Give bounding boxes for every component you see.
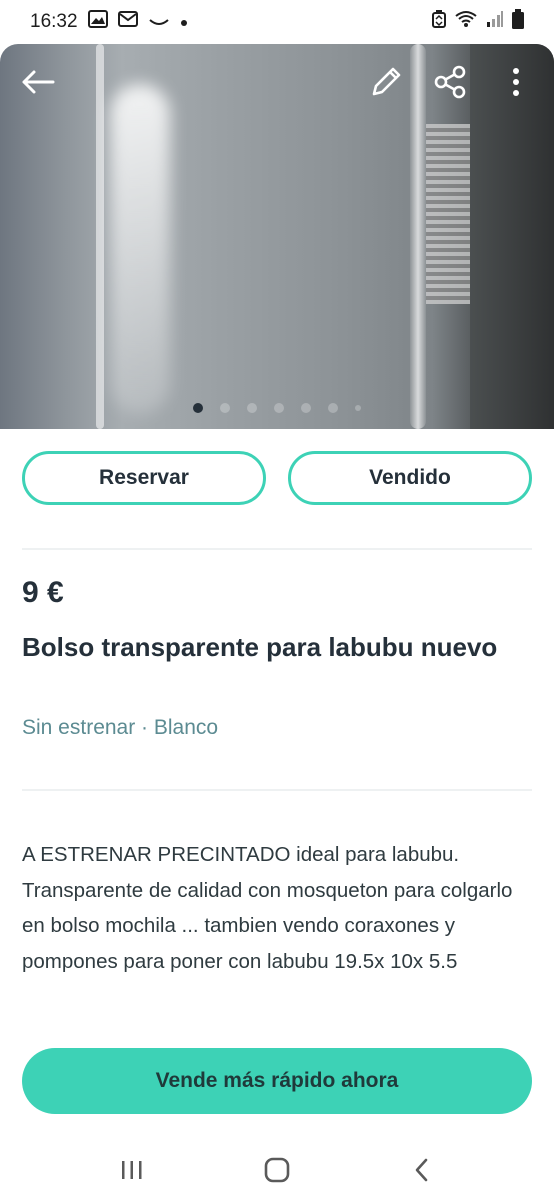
sell-faster-button[interactable]: Vende más rápido ahora bbox=[22, 1048, 532, 1114]
nav-back-button[interactable] bbox=[392, 1145, 452, 1195]
product-description: A ESTRENAR PRECINTADO ideal para labubu.… bbox=[22, 843, 513, 973]
status-left: 16:32 bbox=[30, 10, 188, 34]
bag-highlight bbox=[110, 84, 170, 414]
product-condition: Sin estrenar · Blanco bbox=[22, 716, 219, 739]
status-time: 16:32 bbox=[30, 11, 78, 32]
divider bbox=[22, 789, 532, 791]
mail-icon bbox=[117, 11, 138, 33]
carousel-dot[interactable] bbox=[355, 405, 361, 411]
share-icon bbox=[434, 65, 466, 99]
carousel-dot[interactable] bbox=[220, 403, 230, 413]
carousel-dot[interactable] bbox=[274, 403, 284, 413]
reserve-button[interactable]: Reservar bbox=[22, 451, 266, 505]
carousel-dot[interactable] bbox=[193, 403, 203, 413]
product-title: Bolso transparente para labubu nuevo bbox=[22, 632, 498, 662]
back-button[interactable] bbox=[14, 58, 62, 106]
image-icon bbox=[87, 10, 108, 34]
recent-apps-button[interactable] bbox=[102, 1145, 162, 1195]
carousel-dot[interactable] bbox=[328, 403, 338, 413]
bag-edge-left bbox=[96, 44, 104, 429]
dot-icon bbox=[180, 11, 188, 33]
product-price: 9 € bbox=[22, 576, 64, 609]
signal-icon bbox=[486, 10, 504, 34]
battery-icon bbox=[512, 9, 524, 35]
back-icon bbox=[415, 1158, 427, 1182]
wifi-icon bbox=[454, 10, 478, 34]
arc-icon bbox=[148, 11, 170, 33]
sold-button[interactable]: Vendido bbox=[288, 451, 532, 505]
home-icon bbox=[264, 1157, 290, 1183]
home-button[interactable] bbox=[247, 1145, 307, 1195]
status-bar: 16:32 bbox=[0, 0, 554, 44]
bag-fringe bbox=[426, 124, 470, 304]
carousel-dot[interactable] bbox=[301, 403, 311, 413]
divider bbox=[22, 548, 532, 550]
system-nav-bar bbox=[0, 1140, 554, 1200]
more-vertical-icon bbox=[513, 68, 519, 96]
edit-button[interactable] bbox=[362, 58, 410, 106]
status-right bbox=[432, 9, 524, 35]
listing-actions: Reservar Vendido bbox=[22, 451, 532, 505]
pencil-icon bbox=[372, 67, 401, 96]
back-arrow-icon bbox=[22, 70, 55, 94]
more-options-button[interactable] bbox=[492, 58, 540, 106]
product-image[interactable] bbox=[0, 44, 554, 429]
carousel-dot[interactable] bbox=[247, 403, 257, 413]
recent-apps-icon bbox=[122, 1161, 142, 1179]
share-button[interactable] bbox=[426, 58, 474, 106]
carousel-indicator bbox=[0, 403, 554, 413]
recycle-icon bbox=[432, 10, 446, 34]
bag-edge-right bbox=[410, 44, 426, 429]
